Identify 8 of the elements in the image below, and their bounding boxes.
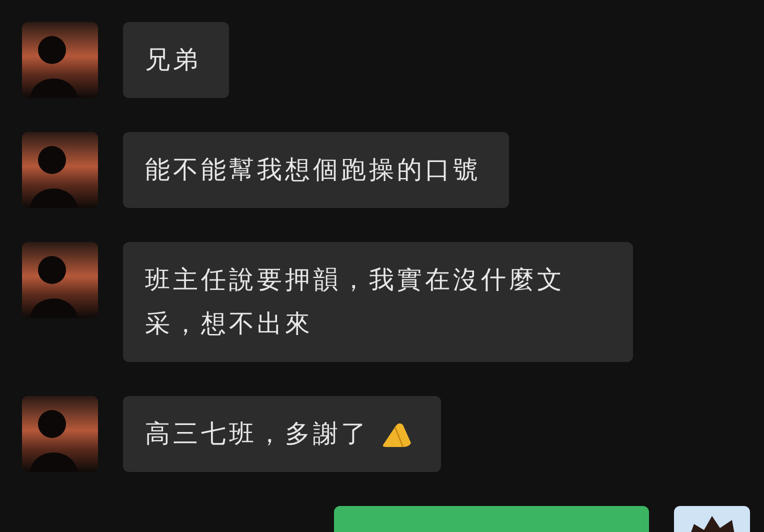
- avatar-photo-placeholder[interactable]: [22, 22, 98, 98]
- avatar-photo-placeholder[interactable]: [22, 242, 98, 318]
- message-text: 高三七班，多謝了: [145, 418, 369, 450]
- avatar-photo-placeholder[interactable]: [22, 396, 98, 472]
- message-text: 兄弟: [145, 44, 201, 76]
- avatar-photo-placeholder[interactable]: [22, 132, 98, 208]
- message-text: 班主任說要押韻，我實在沒什麼文采，想不出來: [145, 264, 566, 340]
- message-text: 能不能幫我想個跑操的口號: [145, 154, 481, 186]
